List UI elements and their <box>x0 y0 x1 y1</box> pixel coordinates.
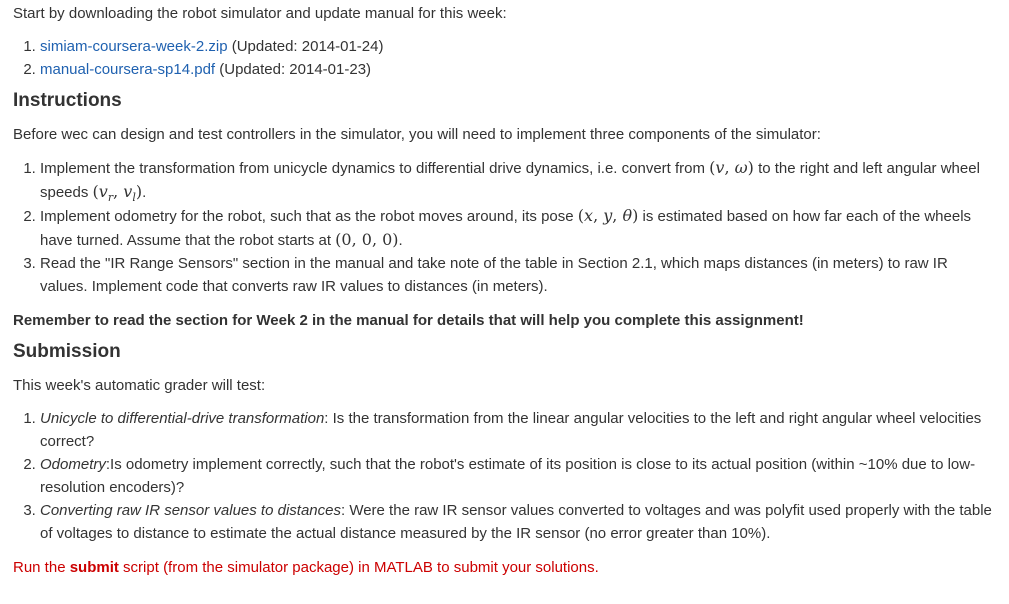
test-text: :Is odometry implement correctly, such t… <box>40 456 976 496</box>
download-note: (Updated: 2014-01-23) <box>215 61 372 78</box>
test-title: Converting raw IR sensor values to dista… <box>40 502 341 519</box>
grader-test-item: Odometry:Is odometry implement correctly… <box>40 453 996 499</box>
submission-heading: Submission <box>13 341 121 362</box>
math-origin: (0, 0, 0) <box>335 230 399 249</box>
week2-reminder: Remember to read the section for Week 2 … <box>13 312 804 329</box>
intro-text: Start by downloading the robot simulator… <box>13 5 507 22</box>
grader-test-item: Unicycle to differential-drive transform… <box>40 407 996 453</box>
instruction-text: Read the "IR Range Sensors" section in t… <box>40 255 948 295</box>
grader-tests-list: Unicycle to differential-drive transform… <box>13 407 996 545</box>
instruction-item: Read the "IR Range Sensors" section in t… <box>40 252 996 298</box>
submission-lead: This week's automatic grader will test: <box>13 377 266 394</box>
instruction-text: Implement odometry for the robot, such t… <box>40 208 578 225</box>
assignment-page: Start by downloading the robot simulator… <box>0 0 1009 579</box>
grader-test-item: Converting raw IR sensor values to dista… <box>40 499 996 545</box>
instructions-lead: Before wec can design and test controlle… <box>13 126 821 143</box>
instruction-text: Implement the transformation from unicyc… <box>40 160 710 177</box>
submit-instructions: Run the submit script (from the simulato… <box>13 556 996 579</box>
download-item: simiam-coursera-week-2.zip (Updated: 201… <box>40 35 996 58</box>
footer-text: script (from the simulator package) in M… <box>118 559 599 576</box>
download-note: (Updated: 2014-01-24) <box>227 38 384 55</box>
submit-script-name: submit <box>69 559 119 576</box>
test-title: Unicycle to differential-drive transform… <box>40 410 325 427</box>
footer-text: Run the <box>13 559 70 576</box>
download-link-simulator[interactable]: simiam-coursera-week-2.zip <box>40 38 228 55</box>
instruction-text: . <box>142 184 147 201</box>
math-v-omega: (v, ω) <box>709 158 754 177</box>
math-pose: (x, y, θ) <box>577 206 639 225</box>
math-vr-vl: (vr, vl) <box>92 182 143 205</box>
instruction-item: Implement the transformation from unicyc… <box>40 156 996 204</box>
download-list: simiam-coursera-week-2.zip (Updated: 201… <box>13 35 996 81</box>
download-link-manual[interactable]: manual-coursera-sp14.pdf <box>40 61 215 78</box>
download-item: manual-coursera-sp14.pdf (Updated: 2014-… <box>40 58 996 81</box>
instructions-heading: Instructions <box>13 90 122 111</box>
instruction-text: . <box>398 232 403 249</box>
test-title: Odometry <box>40 456 106 473</box>
instructions-list: Implement the transformation from unicyc… <box>13 156 996 298</box>
instruction-item: Implement odometry for the robot, such t… <box>40 204 996 252</box>
